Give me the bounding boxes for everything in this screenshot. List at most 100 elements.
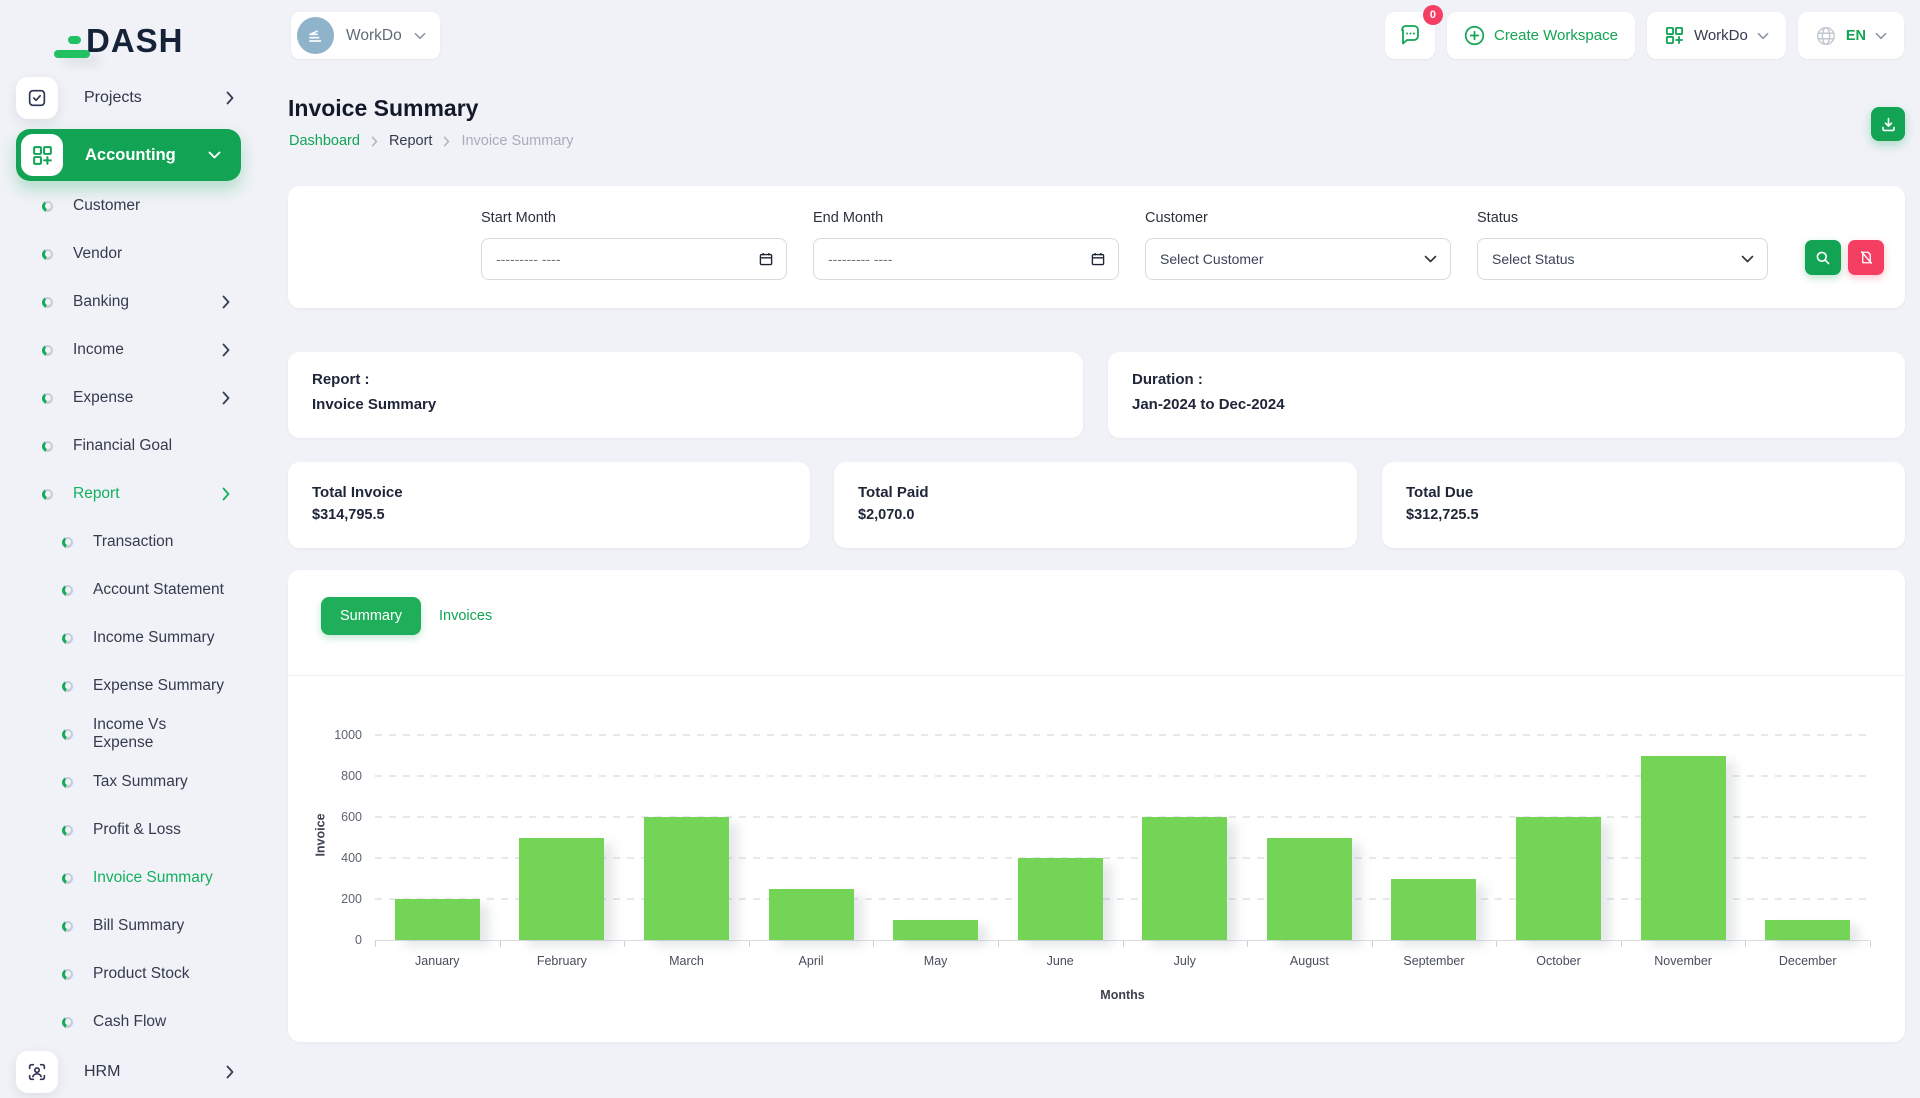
bar-july[interactable]	[1142, 817, 1227, 940]
checkbox-icon	[16, 77, 58, 119]
end-month-field[interactable]	[813, 238, 1119, 280]
sidebar-item-account-statement[interactable]: Account Statement	[0, 566, 262, 614]
sidebar-item-projects[interactable]: Projects	[0, 72, 262, 124]
breadcrumb-current: Invoice Summary	[461, 133, 573, 149]
sidebar-item-hrm[interactable]: HRM	[0, 1046, 262, 1098]
y-axis-tick: 600	[298, 810, 362, 824]
sidebar-item-label: Tax Summary	[93, 773, 188, 791]
bar-october[interactable]	[1516, 817, 1601, 940]
language-code: EN	[1846, 28, 1866, 44]
axis-tick	[1247, 941, 1248, 947]
axis-tick	[375, 941, 376, 947]
bullet-icon	[42, 393, 53, 404]
sidebar-item-expense-summary[interactable]: Expense Summary	[0, 662, 262, 710]
bullet-icon	[62, 969, 73, 980]
x-axis-label: November	[1621, 954, 1746, 968]
total-due-label: Total Due	[1406, 484, 1473, 501]
create-workspace-button[interactable]: Create Workspace	[1447, 12, 1635, 59]
reset-filter-button[interactable]	[1848, 240, 1884, 275]
bullet-icon	[62, 1017, 73, 1028]
end-month-input[interactable]	[814, 251, 1082, 267]
workspace-switcher[interactable]: WorkDo	[291, 12, 440, 59]
breadcrumb-dashboard[interactable]: Dashboard	[289, 133, 360, 149]
status-select[interactable]: Select Status	[1477, 238, 1768, 280]
tab-summary[interactable]: Summary	[321, 597, 421, 635]
language-selector[interactable]: EN	[1798, 12, 1904, 59]
x-axis-label: December	[1745, 954, 1870, 968]
bar-august[interactable]	[1267, 838, 1352, 941]
axis-tick	[624, 941, 625, 947]
calendar-icon[interactable]	[1090, 251, 1106, 267]
bar-may[interactable]	[893, 920, 978, 941]
status-select-value: Select Status	[1492, 251, 1575, 267]
total-due-value: $312,725.5	[1406, 507, 1479, 523]
start-month-field[interactable]	[481, 238, 787, 280]
bar-september[interactable]	[1391, 879, 1476, 941]
y-axis-tick: 800	[298, 769, 362, 783]
axis-tick	[1372, 941, 1373, 947]
axis-tick	[1745, 941, 1746, 947]
sidebar-item-expense[interactable]: Expense	[0, 374, 262, 422]
sidebar-item-financial-goal[interactable]: Financial Goal	[0, 422, 262, 470]
bar-november[interactable]	[1641, 756, 1726, 941]
calendar-icon[interactable]	[758, 251, 774, 267]
bar-april[interactable]	[769, 889, 854, 940]
logo-bar-icon	[54, 50, 90, 58]
building-icon	[306, 26, 326, 46]
sidebar-item-label: HRM	[84, 1063, 120, 1081]
bar-june[interactable]	[1018, 858, 1103, 940]
sidebar-item-income[interactable]: Income	[0, 326, 262, 374]
sidebar-item-cash-flow[interactable]: Cash Flow	[0, 998, 262, 1046]
app-logo[interactable]: DASH	[68, 22, 184, 58]
bullet-icon	[62, 585, 73, 596]
sidebar-item-label: Income Summary	[93, 629, 214, 647]
sidebar-item-customer[interactable]: Customer	[0, 182, 262, 230]
bar-february[interactable]	[519, 838, 604, 941]
sidebar-item-income-summary[interactable]: Income Summary	[0, 614, 262, 662]
sidebar-item-profit-loss[interactable]: Profit & Loss	[0, 806, 262, 854]
download-icon	[1880, 116, 1897, 133]
tab-invoices[interactable]: Invoices	[427, 597, 504, 635]
bullet-icon	[42, 249, 53, 260]
report-info-card: Report : Invoice Summary	[288, 352, 1083, 438]
bullet-icon	[62, 729, 73, 740]
bullet-icon	[62, 537, 73, 548]
notification-badge: 0	[1423, 5, 1443, 25]
sidebar-item-label: Cash Flow	[93, 1013, 166, 1031]
apply-filter-button[interactable]	[1805, 240, 1841, 275]
x-axis-label: September	[1372, 954, 1497, 968]
sidebar-item-product-stock[interactable]: Product Stock	[0, 950, 262, 998]
sidebar-item-tax-summary[interactable]: Tax Summary	[0, 758, 262, 806]
logo-dash-icon	[68, 36, 81, 44]
total-due-card: Total Due $312,725.5	[1382, 462, 1905, 548]
clear-filter-icon	[1859, 250, 1874, 265]
bar-january[interactable]	[395, 899, 480, 940]
total-paid-value: $2,070.0	[858, 507, 914, 523]
chevron-down-icon	[1757, 32, 1769, 40]
sidebar-item-invoice-summary[interactable]: Invoice Summary	[0, 854, 262, 902]
messages-button[interactable]: 0	[1385, 12, 1435, 59]
chevron-right-icon	[222, 295, 230, 309]
sidebar-item-vendor[interactable]: Vendor	[0, 230, 262, 278]
sidebar-item-transaction[interactable]: Transaction	[0, 518, 262, 566]
sidebar-item-report[interactable]: Report	[0, 470, 262, 518]
sidebar-item-banking[interactable]: Banking	[0, 278, 262, 326]
axis-tick	[1496, 941, 1497, 947]
sidebar-item-accounting[interactable]: Accounting	[16, 129, 241, 181]
plus-circle-icon	[1464, 25, 1485, 46]
download-button[interactable]	[1871, 107, 1905, 141]
invoice-bar-chart	[375, 735, 1870, 941]
chevron-right-icon	[226, 1065, 234, 1079]
duration-info-card: Duration : Jan-2024 to Dec-2024	[1108, 352, 1905, 438]
breadcrumb-report[interactable]: Report	[389, 133, 433, 149]
start-month-input[interactable]	[482, 251, 750, 267]
bullet-icon	[42, 345, 53, 356]
bar-march[interactable]	[644, 817, 729, 940]
sidebar-item-income-vs-expense[interactable]: Income Vs Expense	[0, 710, 262, 758]
customer-select[interactable]: Select Customer	[1145, 238, 1451, 280]
bar-december[interactable]	[1765, 920, 1850, 941]
app-menu-button[interactable]: WorkDo	[1647, 12, 1786, 59]
sidebar-item-bill-summary[interactable]: Bill Summary	[0, 902, 262, 950]
sidebar-item-label: Expense	[73, 389, 133, 407]
tabs-divider	[288, 675, 1905, 676]
